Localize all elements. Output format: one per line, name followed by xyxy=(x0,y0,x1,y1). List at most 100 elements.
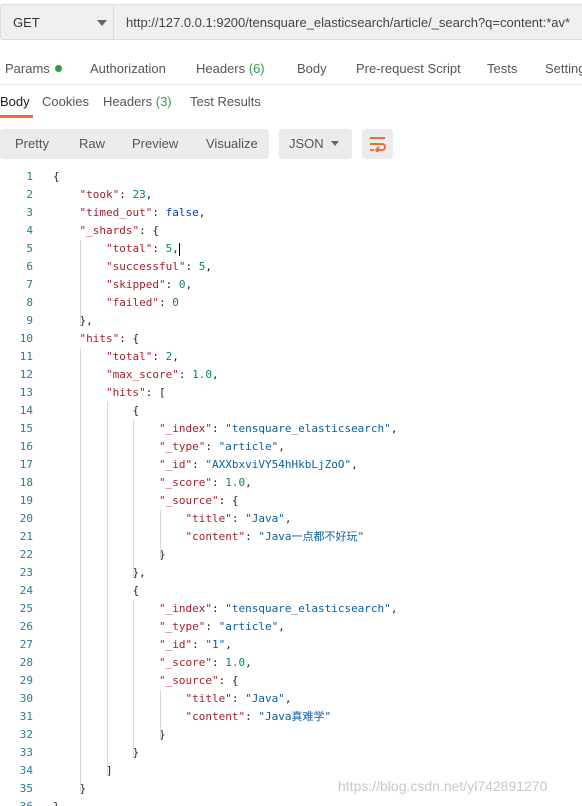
code-token: "article" xyxy=(218,620,279,633)
method-select[interactable]: GET xyxy=(0,4,113,40)
tab-response-headers[interactable]: Headers (3) xyxy=(103,94,172,109)
visualize-button[interactable]: Visualize xyxy=(206,136,258,151)
code-token: , xyxy=(278,440,285,453)
line-number: 32 xyxy=(19,728,33,741)
code-line: 31 "content": "Java真难学" xyxy=(0,708,582,726)
code-token: "article" xyxy=(218,440,279,453)
request-tabs: Params Authorization Headers (6) Body Pr… xyxy=(0,55,582,83)
code-line: 2 "took": 23, xyxy=(0,186,582,204)
code-token: "failed" xyxy=(106,296,159,309)
line-number: 29 xyxy=(19,674,33,687)
code-line: 10 "hits": { xyxy=(0,330,582,348)
code-text: "_type": "article", xyxy=(159,618,285,636)
code-token: : xyxy=(152,350,166,363)
pretty-button[interactable]: Pretty xyxy=(15,136,49,151)
code-line: 7 "skipped": 0, xyxy=(0,276,582,294)
line-number: 23 xyxy=(19,566,33,579)
code-text: } xyxy=(53,798,60,806)
code-token: "_shards" xyxy=(79,224,140,237)
code-token: "_index" xyxy=(159,602,212,615)
code-token: "Java" xyxy=(245,512,285,525)
code-token: "total" xyxy=(106,242,153,255)
code-token: 1.0 xyxy=(225,476,246,489)
code-token: "content" xyxy=(185,710,246,723)
line-number: 1 xyxy=(26,170,33,183)
code-token: : xyxy=(245,710,259,723)
code-token: "tensquare_elasticsearch" xyxy=(225,602,391,615)
code-token: , xyxy=(284,512,292,525)
code-line: 5 "total": 5, xyxy=(0,240,582,258)
code-token: , xyxy=(351,458,358,471)
code-token: "_source" xyxy=(159,494,219,507)
line-number: 3 xyxy=(26,206,33,219)
code-text: "hits": { xyxy=(80,330,140,348)
tab-test-results[interactable]: Test Results xyxy=(190,94,261,109)
code-token: : xyxy=(231,512,246,525)
url-input[interactable]: http://127.0.0.1:9200/tensquare_elastics… xyxy=(113,4,582,40)
code-token: , xyxy=(390,422,398,435)
code-token: 1.0 xyxy=(225,656,246,669)
tab-response-headers-count: (3) xyxy=(155,94,172,109)
code-text: "_score": 1.0, xyxy=(159,654,252,672)
code-token: : xyxy=(211,476,226,489)
tab-params[interactable]: Params xyxy=(5,61,62,76)
code-token: : xyxy=(211,656,226,669)
code-text: { xyxy=(53,168,60,186)
code-token: "timed_out" xyxy=(79,206,153,219)
code-line: 9}, xyxy=(0,312,582,330)
code-token: "skipped" xyxy=(106,278,166,291)
tab-test-results-label: Test Results xyxy=(190,94,261,109)
code-line: 21 "content": "Java一点都不好玩" xyxy=(0,528,582,546)
code-line: 19 "_source": { xyxy=(0,492,582,510)
code-token: : xyxy=(158,296,173,309)
code-line: 6 "successful": 5, xyxy=(0,258,582,276)
code-token: "title" xyxy=(185,692,232,705)
code-token: , xyxy=(172,350,179,363)
line-number: 33 xyxy=(19,746,33,759)
status-dot-icon xyxy=(54,65,62,73)
line-number: 36 xyxy=(0,798,33,806)
tab-tests[interactable]: Tests xyxy=(487,61,517,76)
wrap-lines-button[interactable] xyxy=(362,129,393,159)
code-line: 17 "_id": "AXXbxviVY54hHkbLjZoO", xyxy=(0,456,582,474)
code-text: "content": "Java真难学" xyxy=(186,708,332,726)
code-token: "_id" xyxy=(159,458,193,471)
raw-button[interactable]: Raw xyxy=(79,136,105,151)
method-label: GET xyxy=(13,15,40,30)
code-token: "_score" xyxy=(159,656,212,669)
tab-response-headers-label: Headers xyxy=(103,94,156,109)
code-token: : xyxy=(152,242,166,255)
preview-button[interactable]: Preview xyxy=(132,136,178,151)
code-token: , xyxy=(145,188,153,201)
code-token: { xyxy=(132,584,140,597)
line-number: 18 xyxy=(19,476,33,489)
code-line: 25 "_index": "tensquare_elasticsearch", xyxy=(0,600,582,618)
tab-pre-request-script[interactable]: Pre-request Script xyxy=(356,61,461,76)
text-cursor xyxy=(178,242,180,256)
code-token: "content" xyxy=(185,530,246,543)
code-token: }, xyxy=(79,314,93,327)
code-token: "Java" xyxy=(245,692,285,705)
indent-guide xyxy=(159,690,161,740)
indent-guide xyxy=(80,348,81,794)
code-token: , xyxy=(185,278,193,291)
tab-authorization[interactable]: Authorization xyxy=(90,61,166,76)
response-body-code: 1{2 "took": 23, 3 "timed_out": false, 4 "_sha… xyxy=(0,168,582,806)
code-token: , xyxy=(245,656,252,669)
code-line: 22} xyxy=(0,546,582,564)
tab-settings[interactable]: Settings xyxy=(545,61,582,76)
code-token: "tensquare_elasticsearch" xyxy=(225,422,391,435)
divider xyxy=(0,84,582,85)
line-number: 13 xyxy=(19,386,33,399)
code-token: 0 xyxy=(172,296,179,309)
line-number: 10 xyxy=(19,332,33,345)
code-token: : xyxy=(192,458,206,471)
code-text: "total": 5, xyxy=(106,240,180,258)
code-token: "_source" xyxy=(159,674,219,687)
tab-headers[interactable]: Headers (6) xyxy=(196,61,265,76)
tab-response-body[interactable]: Body xyxy=(0,94,30,109)
tab-body[interactable]: Body xyxy=(297,61,327,76)
tab-cookies[interactable]: Cookies xyxy=(42,94,89,109)
format-select[interactable]: JSON xyxy=(279,129,352,159)
code-token: { xyxy=(132,404,140,417)
